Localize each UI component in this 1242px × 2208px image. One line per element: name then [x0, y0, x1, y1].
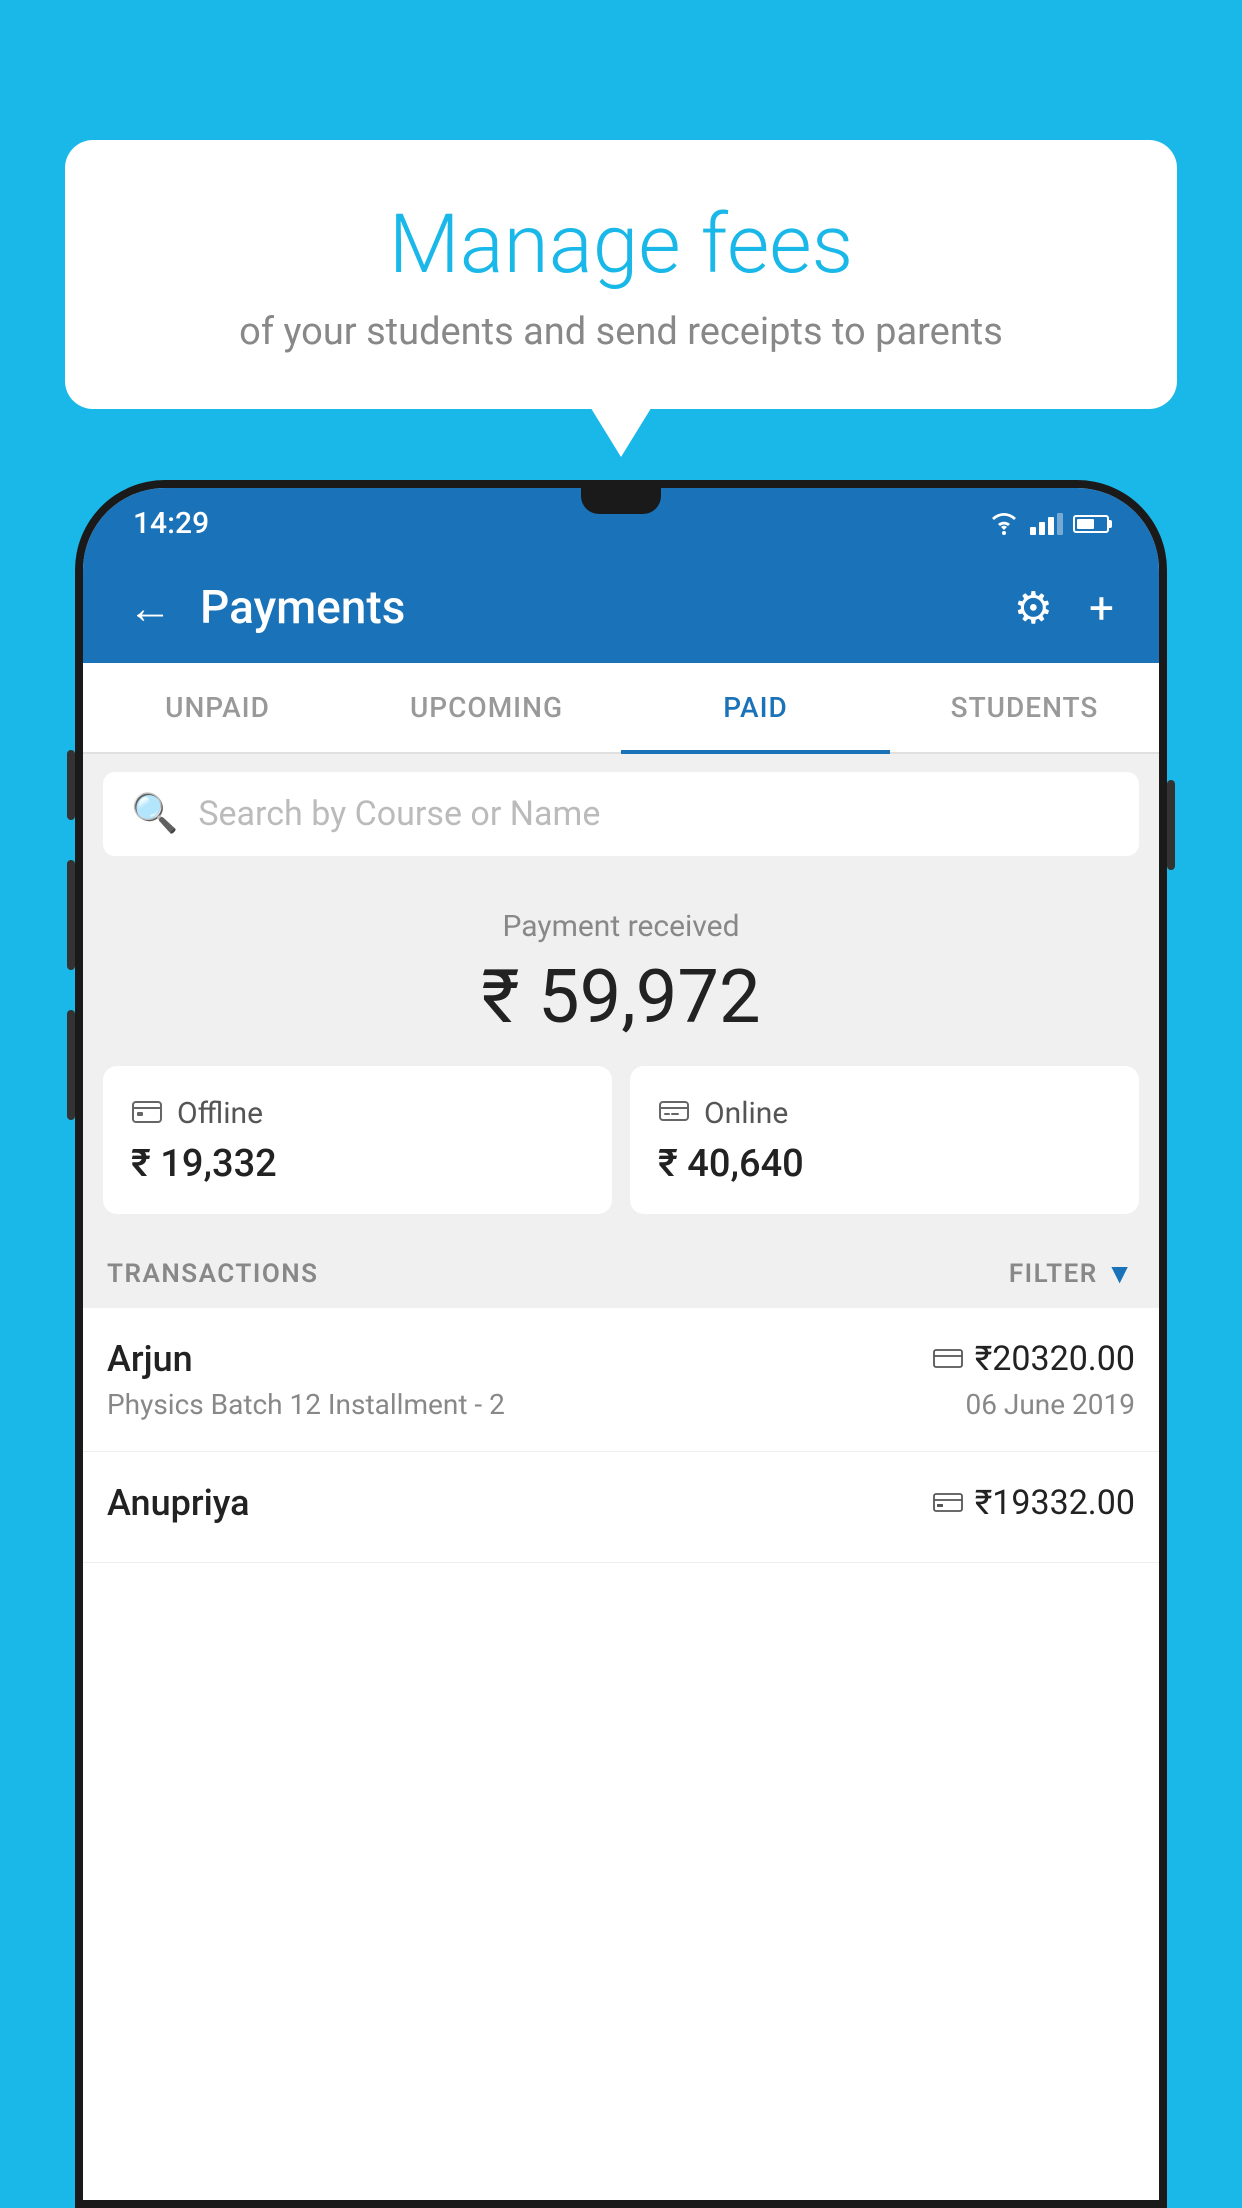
phone-silent-button — [67, 1010, 75, 1120]
online-label: Online — [704, 1096, 788, 1131]
phone-screen: 14:29 — [83, 488, 1159, 2200]
tab-paid[interactable]: PAID — [621, 663, 890, 752]
phone-vol-up-button — [67, 750, 75, 820]
online-card-header: Online — [658, 1094, 1111, 1132]
transaction-amount-wrap: ₹19332.00 — [933, 1483, 1135, 1523]
transaction-item[interactable]: Arjun ₹20320.00 Physics — [83, 1308, 1159, 1452]
online-payment-card: Online ₹ 40,640 — [630, 1066, 1139, 1214]
phone-vol-down-button — [67, 860, 75, 970]
speech-bubble-container: Manage fees of your students and send re… — [65, 140, 1177, 409]
online-icon — [658, 1094, 690, 1132]
tab-upcoming[interactable]: UPCOMING — [352, 663, 621, 752]
offline-icon — [131, 1094, 163, 1132]
offline-label: Offline — [177, 1096, 263, 1131]
speech-bubble: Manage fees of your students and send re… — [65, 140, 1177, 409]
search-placeholder: Search by Course or Name — [198, 794, 600, 834]
main-content: 🔍 Search by Course or Name Payment recei… — [83, 754, 1159, 2200]
signal-icon — [1030, 513, 1063, 535]
tabs: UNPAID UPCOMING PAID STUDENTS — [83, 663, 1159, 754]
status-time: 14:29 — [133, 506, 209, 541]
payment-received-label: Payment received — [103, 909, 1139, 944]
header-left: ← Payments — [128, 581, 405, 635]
payment-received-section: Payment received ₹ 59,972 — [83, 874, 1159, 1066]
offline-card-header: Offline — [131, 1094, 584, 1132]
add-icon[interactable]: + — [1089, 582, 1114, 634]
online-payment-icon — [933, 1343, 963, 1376]
phone-frame: 14:29 — [75, 480, 1167, 2208]
transaction-name: Anupriya — [107, 1482, 250, 1524]
status-icons — [988, 512, 1109, 536]
battery-icon — [1073, 515, 1109, 533]
transaction-item[interactable]: Anupriya ₹19332.00 — [83, 1452, 1159, 1563]
transaction-name: Arjun — [107, 1338, 193, 1380]
payment-received-amount: ₹ 59,972 — [103, 954, 1139, 1041]
transactions-list: Arjun ₹20320.00 Physics — [83, 1308, 1159, 2200]
speech-bubble-title: Manage fees — [125, 200, 1117, 290]
filter-button[interactable]: FILTER ▼ — [1009, 1257, 1135, 1290]
phone-notch — [581, 488, 661, 514]
speech-bubble-subtitle: of your students and send receipts to pa… — [125, 310, 1117, 354]
search-bar[interactable]: 🔍 Search by Course or Name — [103, 772, 1139, 856]
payment-cards-row: Offline ₹ 19,332 Online — [83, 1066, 1159, 1239]
transaction-date: 06 June 2019 — [965, 1388, 1135, 1421]
transaction-row-top: Arjun ₹20320.00 — [107, 1338, 1135, 1380]
tab-unpaid[interactable]: UNPAID — [83, 663, 352, 752]
transaction-course: Physics Batch 12 Installment - 2 — [107, 1388, 505, 1421]
transactions-label: TRANSACTIONS — [107, 1259, 319, 1289]
phone-power-button — [1167, 780, 1175, 870]
header-right: ⚙ + — [1014, 582, 1114, 634]
filter-text: FILTER — [1009, 1259, 1098, 1289]
offline-payment-card: Offline ₹ 19,332 — [103, 1066, 612, 1214]
filter-icon: ▼ — [1106, 1257, 1135, 1290]
transaction-row-top: Anupriya ₹19332.00 — [107, 1482, 1135, 1524]
transactions-header: TRANSACTIONS FILTER ▼ — [83, 1239, 1159, 1308]
transaction-row-bottom: Physics Batch 12 Installment - 2 06 June… — [107, 1388, 1135, 1421]
transaction-amount: ₹20320.00 — [975, 1339, 1135, 1379]
transaction-amount-wrap: ₹20320.00 — [933, 1339, 1135, 1379]
online-amount: ₹ 40,640 — [658, 1142, 1111, 1186]
back-button[interactable]: ← — [128, 582, 172, 634]
search-icon: 🔍 — [131, 792, 178, 836]
offline-amount: ₹ 19,332 — [131, 1142, 584, 1186]
wifi-icon — [988, 512, 1020, 536]
offline-payment-icon — [933, 1487, 963, 1520]
settings-icon[interactable]: ⚙ — [1014, 582, 1053, 634]
app-header: ← Payments ⚙ + — [83, 553, 1159, 663]
transaction-amount: ₹19332.00 — [975, 1483, 1135, 1523]
tab-students[interactable]: STUDENTS — [890, 663, 1159, 752]
page-title: Payments — [200, 581, 405, 635]
